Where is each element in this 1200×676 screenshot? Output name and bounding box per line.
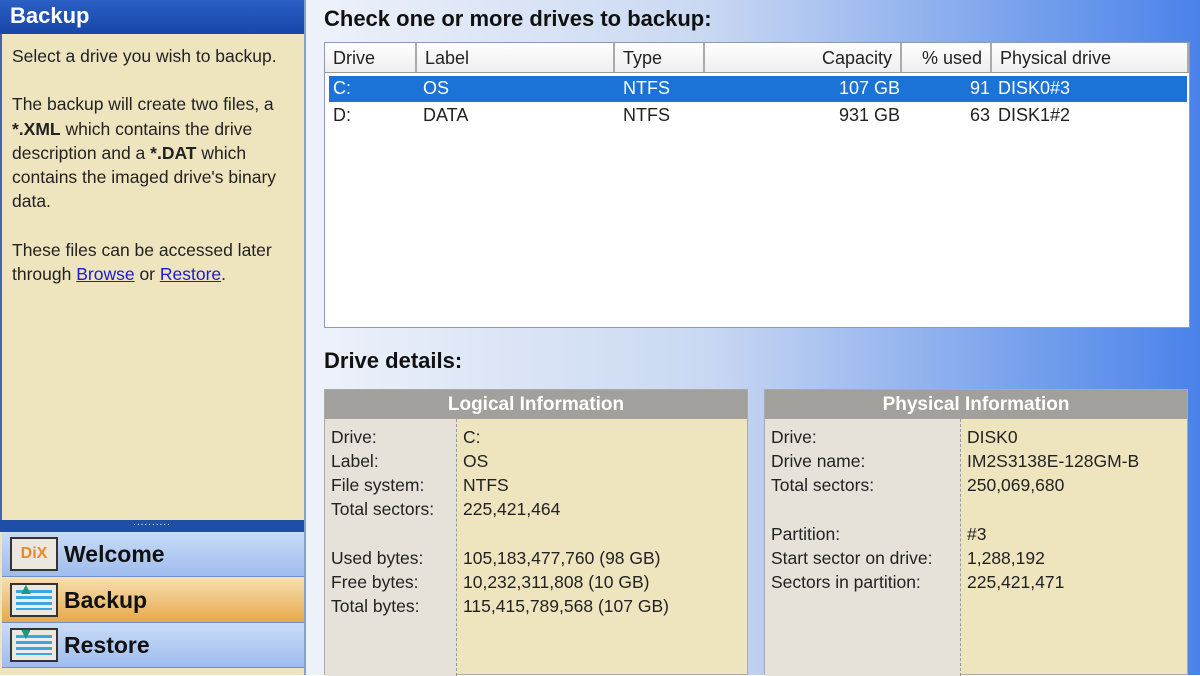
nav-label: Restore [64,631,150,658]
info-label: Free bytes: [331,572,419,592]
table-header: Drive Label Type Capacity % used Physica… [325,43,1189,73]
nav-label: Welcome [64,540,165,567]
info-value: 225,421,464 [463,499,561,519]
page-title: Check one or more drives to backup: [324,6,712,31]
backup-icon: ▲ [10,581,58,617]
info-label: Drive name: [771,451,866,471]
help-text: These files can be accessed later throug… [12,239,272,285]
panel-title: Logical Information [325,390,747,419]
col-type[interactable]: Type [615,43,705,72]
info-label: Drive: [771,427,817,447]
help-text: The backup will create two files, a *.XM… [12,94,277,212]
sidebar-title: Backup [0,0,304,34]
info-label: Sectors in partition: [771,572,921,592]
table-row[interactable]: C: OS NTFS 107 GB 91 DISK0#3 [329,76,1187,102]
info-value: IM2S3138E-128GM-B [967,451,1140,471]
info-value: 105,183,477,760 (98 GB) [463,548,661,568]
nav-welcome[interactable]: DiX Welcome [2,532,304,577]
restore-icon: ▼ [10,626,58,662]
col-capacity[interactable]: Capacity [705,43,902,72]
nav-label: Backup [64,586,148,613]
info-value: 115,415,789,568 (107 GB) [463,596,669,616]
info-value: 250,069,680 [967,475,1065,495]
drive-list[interactable]: Drive Label Type Capacity % used Physica… [324,42,1190,328]
info-value: DISK0 [967,427,1018,447]
info-label: Total bytes: [331,596,420,616]
info-value: NTFS [463,475,509,495]
browse-link[interactable]: Browse [76,264,134,284]
nav-backup[interactable]: ▲ Backup [2,578,304,623]
sidebar: Backup Select a drive you wish to backup… [0,0,306,675]
main-panel: Check one or more drives to backup: Driv… [306,0,1200,676]
details-heading: Drive details: [324,348,463,373]
help-text: Select a drive you wish to backup. [12,46,277,66]
dix-logo-icon: DiX [10,537,58,571]
info-label: Partition: [771,524,841,544]
splitter-handle[interactable]: .......... [0,518,304,532]
table-row[interactable]: D: DATA NTFS 931 GB 63 DISK1#2 [329,103,1187,129]
physical-info-panel: Physical Information Drive: DISK0 Drive na… [764,389,1188,676]
sidebar-help: Select a drive you wish to backup. The b… [0,34,304,520]
info-label: Drive: [331,427,377,447]
info-value: 225,421,471 [967,572,1065,592]
info-label: Start sector on drive: [771,548,933,568]
col-drive[interactable]: Drive [325,43,417,72]
info-value: C: [463,427,481,447]
info-value: #3 [967,524,987,544]
info-label: File system: [331,475,425,495]
nav-restore[interactable]: ▼ Restore [2,623,304,668]
info-value: 1,288,192 [967,548,1045,568]
panel-title: Physical Information [765,390,1187,419]
col-physical[interactable]: Physical drive [992,43,1189,72]
logical-info-panel: Logical Information Drive: C: Label: OS File… [324,389,748,676]
col-used[interactable]: % used [902,43,992,72]
info-label: Total sectors: [771,475,875,495]
restore-link[interactable]: Restore [160,264,221,284]
info-label: Used bytes: [331,548,424,568]
info-value: 10,232,311,808 (10 GB) [463,572,650,592]
info-label: Label: [331,451,379,471]
info-label: Total sectors: [331,499,435,519]
info-value: OS [463,451,489,471]
col-label[interactable]: Label [417,43,615,72]
